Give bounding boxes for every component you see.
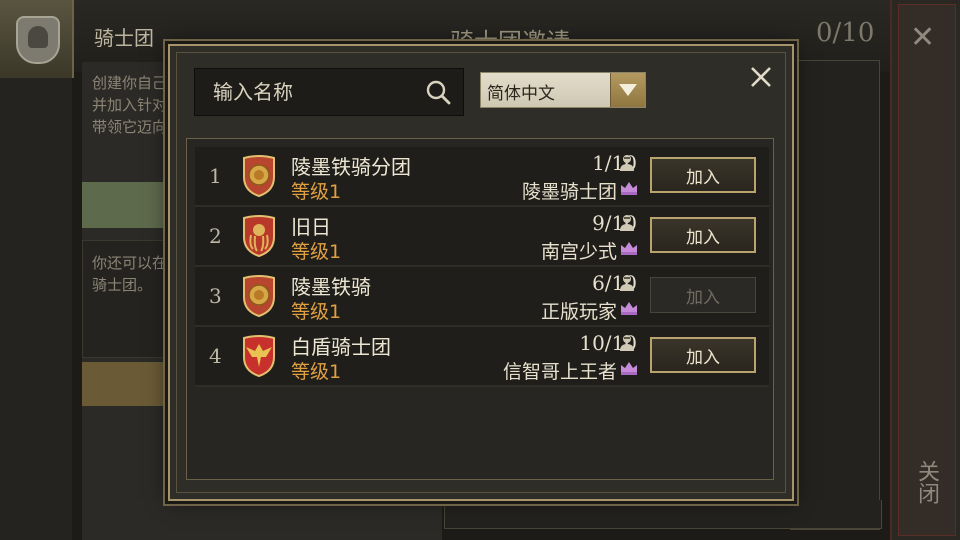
crown-icon <box>621 302 637 315</box>
search-box <box>194 68 464 116</box>
guild-rank: 3 <box>209 284 222 308</box>
close-side-strip[interactable] <box>890 0 960 540</box>
guild-rank: 1 <box>209 164 222 188</box>
crown-icon <box>621 362 637 375</box>
guild-level: 等级1 <box>291 361 342 383</box>
guild-row-3: 3 陵墨铁骑 等级1 6/10 正版玩家 加入 <box>195 267 769 327</box>
crown-icon <box>621 242 637 255</box>
guild-leader-name: 南宫少式 <box>540 241 617 263</box>
guild-leader-name: 信智哥上王者 <box>502 361 617 383</box>
guild-leader-name: 陵墨骑士团 <box>521 181 617 203</box>
kraken-emblem-icon <box>243 215 275 257</box>
guild-row-1: 1 陵墨铁骑分团 等级1 1/10 陵墨骑士团 加入 <box>195 147 769 207</box>
background-invite-panel <box>444 500 882 529</box>
guild-level: 等级1 <box>291 301 342 323</box>
guild-search-modal: 简体中文 1 陵墨铁骑分团 等级1 1/10 陵墨骑士团 加入 2 旧日 等级1… <box>168 44 794 501</box>
guild-name: 白盾骑士团 <box>291 335 391 359</box>
background-left-column <box>0 78 72 540</box>
join-button[interactable]: 加入 <box>650 157 756 193</box>
language-dropdown-button[interactable] <box>610 73 645 107</box>
guild-rank: 4 <box>209 344 222 368</box>
join-button[interactable]: 加入 <box>650 217 756 253</box>
guild-crest-icon <box>16 16 60 64</box>
crown-icon <box>621 182 637 195</box>
guild-leader-name: 正版玩家 <box>540 301 617 323</box>
guild-level: 等级1 <box>291 241 342 263</box>
join-guild-button[interactable] <box>82 362 178 406</box>
guild-tab-label: 骑士团 <box>94 26 154 50</box>
guild-list-frame: 1 陵墨铁骑分团 等级1 1/10 陵墨骑士团 加入 2 旧日 等级1 9/10… <box>186 138 774 480</box>
create-guild-description: 创建你自己 并加入针对 带领它迈向 <box>92 74 168 136</box>
invite-count: 0/10 <box>816 18 875 48</box>
join-guild-description: 你还可以在 骑士团。 <box>92 254 168 294</box>
guild-name: 旧日 <box>291 215 331 239</box>
guild-name: 陵墨铁骑分团 <box>291 155 411 179</box>
language-select[interactable]: 简体中文 <box>480 72 646 108</box>
search-input[interactable] <box>195 69 415 115</box>
person-icon <box>620 215 634 231</box>
eagle-emblem-icon <box>243 335 275 377</box>
close-label[interactable]: 关闭 <box>914 460 939 504</box>
guild-list: 1 陵墨铁骑分团 等级1 1/10 陵墨骑士团 加入 2 旧日 等级1 9/10… <box>195 147 769 387</box>
guild-level: 等级1 <box>291 181 342 203</box>
person-icon <box>620 275 634 291</box>
guild-row-4: 4 白盾骑士团 等级1 10/10 信智哥上王者 加入 <box>195 327 769 387</box>
chevron-down-icon <box>619 84 637 96</box>
lion-emblem-icon <box>243 155 275 197</box>
language-selected-label: 简体中文 <box>487 84 555 104</box>
lion-emblem-icon <box>243 275 275 317</box>
search-icon[interactable] <box>425 79 451 105</box>
close-x-icon[interactable]: ✕ <box>910 20 935 55</box>
join-button: 加入 <box>650 277 756 313</box>
join-button[interactable]: 加入 <box>650 337 756 373</box>
create-guild-button[interactable] <box>82 182 178 228</box>
guild-tab-button[interactable] <box>0 0 74 78</box>
person-icon <box>620 155 634 171</box>
close-icon[interactable] <box>746 62 776 92</box>
guild-name: 陵墨铁骑 <box>291 275 371 299</box>
person-icon <box>620 335 634 351</box>
guild-row-2: 2 旧日 等级1 9/10 南宫少式 加入 <box>195 207 769 267</box>
guild-rank: 2 <box>209 224 222 248</box>
background-right-frame <box>790 60 880 530</box>
close-side-strip-inner <box>898 4 956 536</box>
